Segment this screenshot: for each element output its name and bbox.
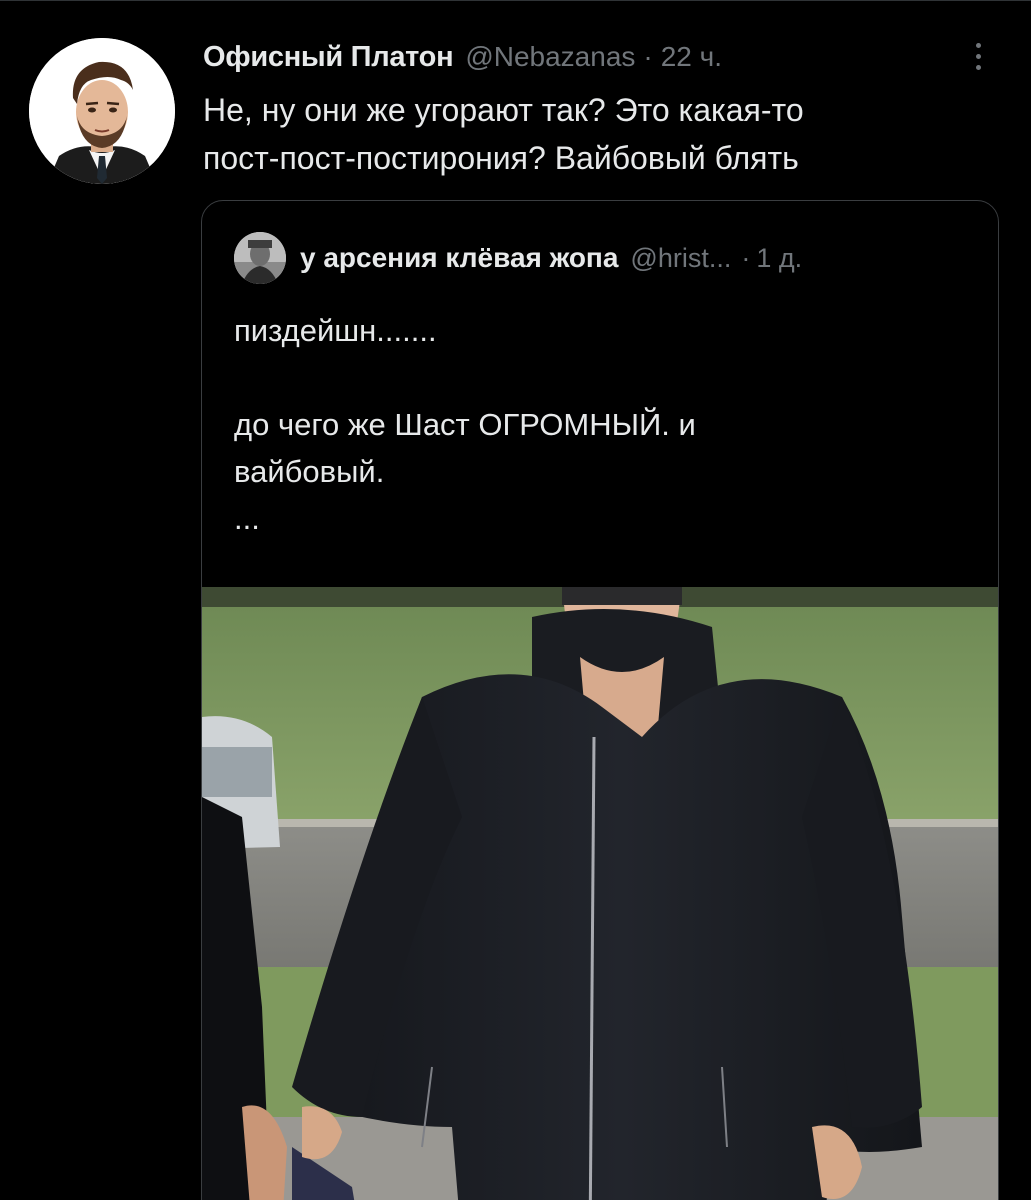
tweet-screen: Офисный Платон @Nebazanas · 22 ч. Не, ну… — [0, 0, 1031, 1200]
more-vertical-icon[interactable] — [966, 36, 990, 76]
quoted-timestamp: 1 д. — [756, 242, 803, 273]
tweet-timestamp[interactable]: 22 ч. — [661, 41, 722, 73]
author-avatar[interactable] — [29, 38, 175, 184]
quoted-author-handle: @hrist... — [630, 242, 732, 273]
separator-dot: · — [741, 242, 751, 273]
author-avatar-illustration — [29, 38, 175, 184]
author-handle[interactable]: @Nebazanas — [465, 41, 635, 73]
quoted-text-line: пиздейшн....... — [234, 313, 437, 348]
quoted-text-line: вайбовый. — [234, 454, 385, 489]
quoted-tweet-header: у арсения клёвая жопа @hrist... · 1 д. — [234, 229, 802, 287]
separator-dot: · — [643, 41, 653, 72]
quoted-tweet-photo[interactable] — [202, 587, 998, 1200]
quoted-text-line: ... — [234, 501, 260, 536]
quoted-author-name: у арсения клёвая жопа — [300, 242, 619, 273]
photo-illustration — [202, 587, 998, 1200]
tweet-header: Офисный Платон @Nebazanas · 22 ч. — [203, 32, 722, 82]
tweet-text-line: Не, ну они же угорают так? Это какая-то — [203, 92, 804, 128]
quoted-author-avatar — [234, 232, 286, 284]
quoted-text-line: до чего же Шаст ОГРОМНЫЙ. и — [234, 407, 696, 442]
quoted-tweet-body: пиздейшн....... до чего же Шаст ОГРОМНЫЙ… — [234, 307, 974, 542]
quoted-avatar-illustration — [234, 232, 286, 284]
quoted-text-line — [234, 354, 974, 401]
quoted-tweet-card[interactable]: у арсения клёвая жопа @hrist... · 1 д. п… — [201, 200, 999, 1200]
divider — [0, 0, 1031, 1]
author-name[interactable]: Офисный Платон — [203, 41, 454, 74]
tweet-text-line: пост-пост-постирония? Вайбовый блять — [203, 140, 799, 176]
tweet-body: Не, ну они же угорают так? Это какая-то … — [203, 86, 993, 182]
